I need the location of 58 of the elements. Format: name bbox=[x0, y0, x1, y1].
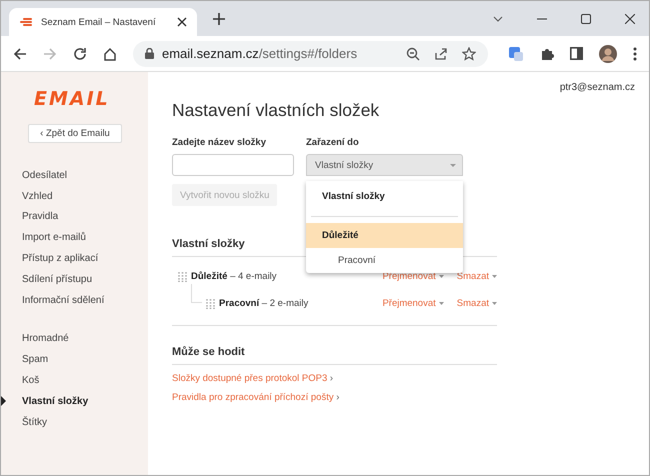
maximize-icon[interactable] bbox=[581, 14, 591, 24]
back-arrow-icon[interactable] bbox=[13, 46, 27, 60]
folder-name-field[interactable] bbox=[172, 154, 294, 176]
zoom-icon[interactable] bbox=[406, 46, 420, 60]
sidebar-item[interactable]: Vlastní složky bbox=[22, 396, 88, 407]
sidebar-item[interactable]: Hromadné bbox=[22, 333, 69, 344]
sidebar-item[interactable]: Přístup z aplikací bbox=[22, 253, 98, 264]
help-link[interactable]: Pravidla pro zpracování příchozí pošty › bbox=[172, 392, 649, 403]
lock-icon bbox=[145, 48, 154, 59]
caret-icon bbox=[492, 302, 497, 305]
share-icon[interactable] bbox=[434, 46, 448, 60]
help-link[interactable]: Složky dostupné přes protokol POP3 › bbox=[172, 373, 649, 384]
star-icon[interactable] bbox=[462, 46, 476, 60]
caret-icon bbox=[438, 302, 444, 305]
translate-icon[interactable] bbox=[508, 46, 524, 62]
url-text: email.seznam.cz/settings#/folders bbox=[162, 46, 358, 61]
sidebar-item[interactable]: Import e-mailů bbox=[22, 232, 86, 244]
reload-icon[interactable] bbox=[73, 46, 87, 60]
sidebar-item[interactable]: Vzhled bbox=[22, 190, 53, 202]
sidebar-item[interactable]: Odesílatel bbox=[22, 170, 68, 181]
sidebar-icon[interactable] bbox=[570, 47, 583, 60]
sidebar-item[interactable]: Koš bbox=[22, 375, 40, 386]
logo-icon bbox=[19, 17, 33, 27]
home-icon[interactable] bbox=[103, 46, 117, 60]
tree-line bbox=[191, 284, 202, 303]
avatar-icon[interactable] bbox=[599, 44, 617, 62]
puzzle-icon[interactable] bbox=[540, 46, 554, 60]
sidebar-item[interactable]: Informační sdělení bbox=[22, 294, 104, 306]
address-bar[interactable]: email.seznam.cz/settings#/folders bbox=[133, 40, 488, 66]
section-heading: Může se hodit bbox=[172, 346, 497, 365]
close-icon[interactable] bbox=[177, 17, 187, 27]
caret-icon bbox=[438, 275, 444, 278]
browser-tab[interactable]: Seznam Email – Nastavení bbox=[9, 8, 197, 36]
sidebar-item[interactable]: Pravidla bbox=[22, 211, 58, 222]
back-button[interactable]: ‹ Zpět do Emailu bbox=[28, 124, 122, 143]
minimize-icon[interactable] bbox=[537, 18, 547, 20]
dropdown-option[interactable]: Vlastní složky bbox=[306, 189, 463, 204]
caret-icon bbox=[450, 164, 456, 166]
field-label: Zařazení do bbox=[306, 137, 359, 148]
selection-marker-icon bbox=[1, 396, 6, 406]
new-tab-icon[interactable] bbox=[213, 12, 225, 24]
drag-handle-icon[interactable] bbox=[178, 272, 187, 282]
folder-name: Důležité – 4 e-maily bbox=[191, 271, 277, 282]
tab-title: Seznam Email – Nastavení bbox=[41, 16, 157, 28]
drag-handle-icon[interactable] bbox=[206, 298, 215, 308]
dropdown-option[interactable]: Důležité bbox=[306, 223, 463, 248]
sidebar-item[interactable]: Spam bbox=[22, 354, 48, 366]
folder-name: Pracovní – 2 e-maily bbox=[219, 298, 308, 309]
sidebar-item[interactable]: Sdílení přístupu bbox=[22, 274, 92, 285]
caret-icon bbox=[492, 275, 497, 278]
parent-folder-select[interactable]: Vlastní složky bbox=[306, 154, 463, 176]
sidebar-item[interactable]: Štítky bbox=[22, 416, 48, 428]
account-email[interactable]: ptr3@seznam.cz bbox=[560, 82, 635, 93]
close-icon[interactable] bbox=[625, 14, 635, 24]
field-label: Zadejte název složky bbox=[172, 137, 266, 148]
menu-icon[interactable] bbox=[633, 46, 637, 60]
chevron-icon[interactable] bbox=[493, 16, 503, 22]
page-title: Nastavení vlastních složek bbox=[172, 100, 380, 121]
